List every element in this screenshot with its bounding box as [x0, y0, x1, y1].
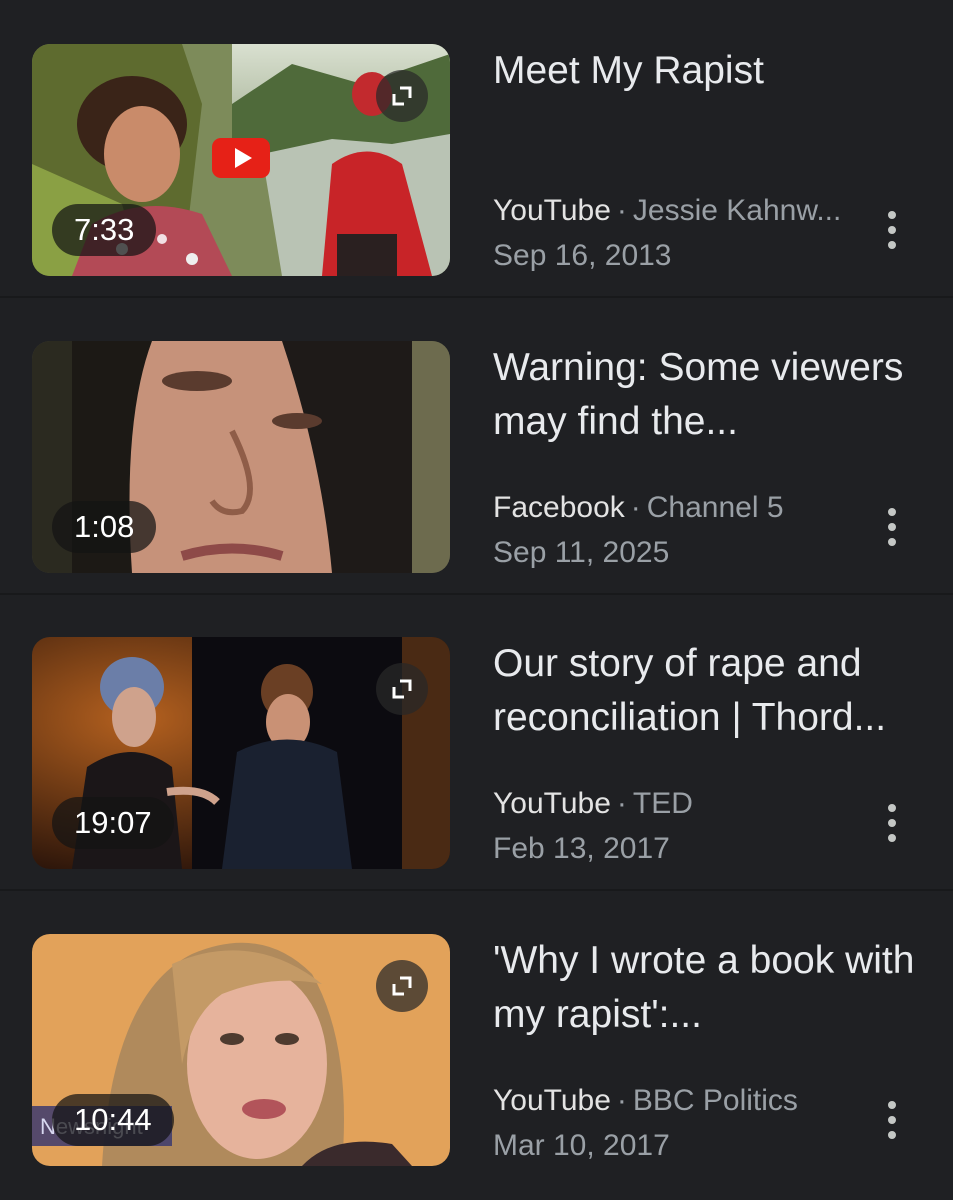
video-title[interactable]: Our story of rape and reconciliation | T…: [493, 637, 923, 745]
video-meta: YouTube · TED: [493, 783, 863, 825]
expand-icon[interactable]: [376, 663, 428, 715]
meta-separator: ·: [630, 491, 641, 524]
expand-icon[interactable]: [376, 70, 428, 122]
video-duration: 19:07: [52, 797, 174, 849]
video-duration: 1:08: [52, 501, 157, 553]
more-vert-icon[interactable]: [876, 1095, 908, 1145]
video-date: Mar 10, 2017: [493, 1129, 670, 1162]
meta-separator: ·: [616, 787, 627, 820]
video-title[interactable]: Warning: Some viewers may find the...: [493, 341, 923, 449]
video-source: YouTube: [493, 787, 611, 820]
video-results-list: 7:33 Meet My Rapist YouTube · Jessie Kahnw…: [0, 0, 953, 1200]
video-result-card[interactable]: Newsnight 10:44 'Why I wrote a book with…: [0, 890, 953, 1187]
video-title[interactable]: 'Why I wrote a book with my rapist':...: [493, 934, 923, 1042]
video-source: Facebook: [493, 491, 625, 524]
more-vert-icon[interactable]: [876, 798, 908, 848]
video-duration: 10:44: [52, 1094, 174, 1146]
meta-separator: ·: [616, 194, 627, 227]
video-result-card[interactable]: 19:07 Our story of rape and reconciliati…: [0, 593, 953, 890]
video-meta: Facebook · Channel 5: [493, 487, 863, 529]
video-channel: Channel 5: [646, 491, 784, 524]
video-source: YouTube: [493, 1084, 611, 1117]
video-channel: Jessie Kahnw...: [632, 194, 842, 227]
video-meta: YouTube · Jessie Kahnw...: [493, 190, 863, 232]
video-thumbnail[interactable]: 1:08: [32, 341, 450, 573]
video-thumbnail[interactable]: 19:07: [32, 637, 450, 869]
video-thumbnail[interactable]: 7:33: [32, 44, 450, 276]
video-title[interactable]: Meet My Rapist: [493, 44, 923, 98]
video-result-card[interactable]: 7:33 Meet My Rapist YouTube · Jessie Kahnw…: [0, 0, 953, 297]
video-date: Sep 11, 2025: [493, 536, 670, 569]
video-thumbnail[interactable]: Newsnight 10:44: [32, 934, 450, 1166]
video-meta: YouTube · BBC Politics: [493, 1080, 863, 1122]
video-result-card[interactable]: 1:08 Warning: Some viewers may find the.…: [0, 297, 953, 594]
more-vert-icon[interactable]: [876, 205, 908, 255]
expand-icon[interactable]: [376, 960, 428, 1012]
video-duration: 7:33: [52, 204, 157, 256]
meta-separator: ·: [616, 1084, 627, 1117]
video-source: YouTube: [493, 194, 611, 227]
more-vert-icon[interactable]: [876, 502, 908, 552]
video-channel: BBC Politics: [632, 1084, 798, 1117]
video-channel: TED: [632, 787, 693, 820]
video-date: Sep 16, 2013: [493, 239, 672, 272]
video-date: Feb 13, 2017: [493, 832, 670, 865]
